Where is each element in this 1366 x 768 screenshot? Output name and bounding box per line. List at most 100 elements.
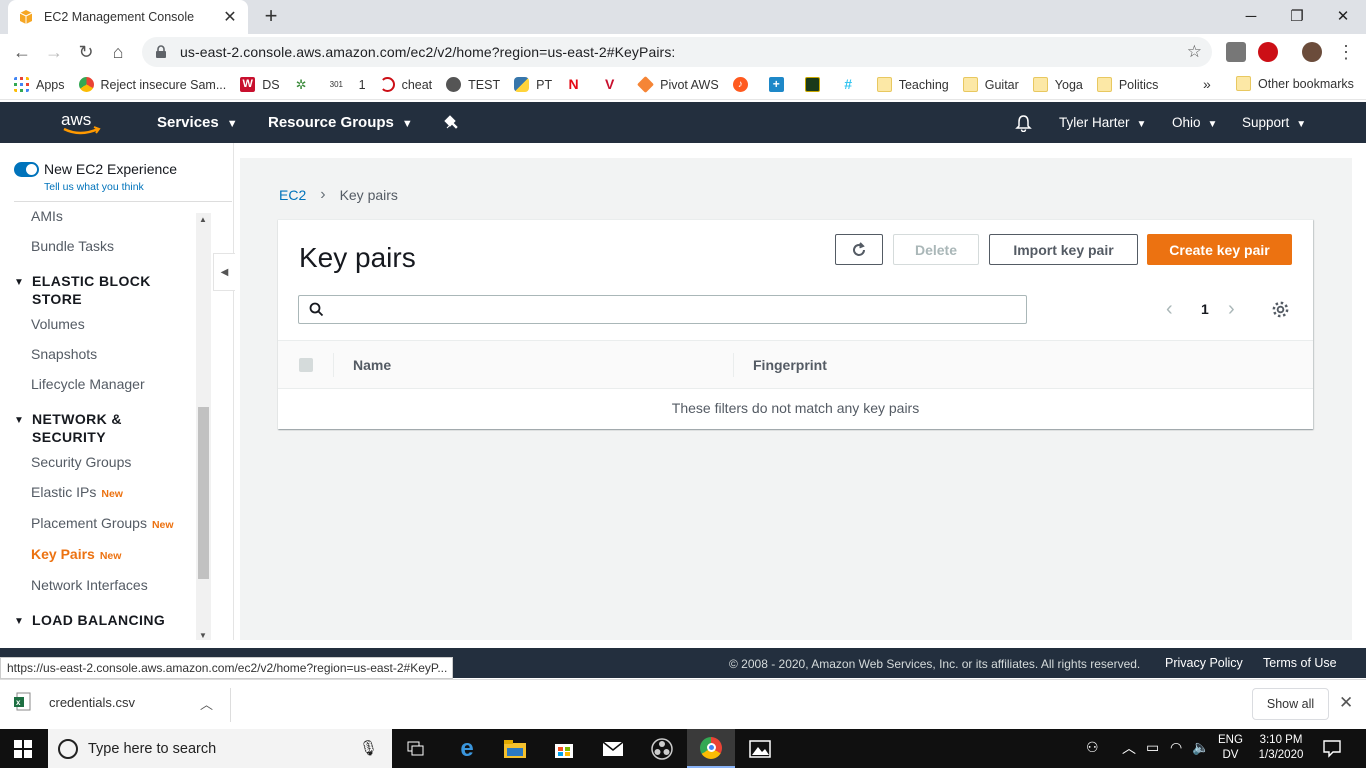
photos-icon[interactable] — [736, 729, 784, 768]
select-all-checkbox[interactable] — [299, 358, 313, 372]
taskbar-search-box[interactable]: Type here to search 🎙 — [48, 729, 392, 768]
extension-star-icon[interactable] — [1226, 42, 1246, 62]
battery-icon[interactable]: ▭ — [1146, 739, 1159, 756]
refresh-button[interactable] — [835, 234, 883, 265]
section-load-balancing[interactable]: ▼ LOAD BALANCING — [14, 611, 165, 631]
reload-icon[interactable]: ↻ — [72, 38, 100, 66]
collapse-sidebar-button[interactable]: ◀ — [213, 253, 235, 291]
forward-arrow-icon[interactable]: → — [40, 38, 68, 66]
import-key-pair-button[interactable]: Import key pair — [989, 234, 1138, 265]
minimize-button[interactable]: ─ — [1228, 0, 1274, 32]
gear-icon[interactable] — [1271, 300, 1290, 319]
sidebar-item-placement-groups[interactable]: Placement Groups New — [31, 515, 174, 531]
bookmark-folder-yoga[interactable]: Yoga — [1032, 77, 1083, 92]
section-network-security[interactable]: ▼ NETWORK & SECURITY — [14, 410, 152, 446]
opera-extension-icon[interactable] — [1258, 42, 1278, 62]
privacy-policy-link[interactable]: Privacy Policy — [1165, 656, 1243, 670]
column-divider[interactable] — [733, 353, 734, 377]
edge-icon[interactable]: e — [443, 729, 491, 768]
store-icon[interactable] — [540, 729, 588, 768]
chevron-up-icon[interactable]: ︿ — [200, 694, 213, 713]
bookmark-netflix[interactable]: N — [566, 77, 588, 92]
bookmark-badge[interactable] — [804, 77, 827, 92]
more-bookmarks-button[interactable]: » — [1203, 76, 1211, 92]
sidebar-item-security-groups[interactable]: Security Groups — [31, 454, 131, 470]
bell-icon[interactable] — [1015, 114, 1032, 132]
new-tab-button[interactable]: + — [258, 4, 284, 30]
new-experience-toggle[interactable] — [14, 161, 39, 177]
bookmark-reject-insecure[interactable]: Reject insecure Sam... — [78, 77, 226, 92]
show-all-button[interactable]: Show all — [1252, 688, 1329, 720]
sidebar-scrollbar[interactable]: ▲ ▼ — [196, 213, 211, 640]
support-menu[interactable]: Support ▼ — [1242, 115, 1306, 130]
file-explorer-icon[interactable] — [491, 729, 539, 768]
sidebar-item-snapshots[interactable]: Snapshots — [31, 346, 97, 362]
profile-avatar[interactable] — [1302, 42, 1322, 62]
tab-close-icon[interactable]: ✕ — [222, 7, 238, 27]
scroll-down-arrow-icon[interactable]: ▼ — [199, 631, 207, 640]
bookmark-test[interactable]: TEST — [446, 77, 500, 92]
bookmark-music[interactable]: ♪ — [732, 77, 755, 92]
close-window-button[interactable]: ✕ — [1320, 0, 1366, 32]
bookmark-folder-teaching[interactable]: Teaching — [876, 77, 949, 92]
browser-tab[interactable]: EC2 Management Console ✕ — [8, 0, 248, 34]
task-view-icon[interactable] — [392, 729, 440, 768]
bookmark-medical[interactable]: + — [768, 77, 791, 92]
section-elastic-block-store[interactable]: ▼ ELASTIC BLOCK STORE — [14, 272, 172, 308]
pin-icon[interactable] — [444, 115, 460, 131]
delete-button[interactable]: Delete — [893, 234, 979, 265]
account-menu[interactable]: Tyler Harter ▼ — [1059, 115, 1146, 130]
bookmark-pivot-aws[interactable]: Pivot AWS — [637, 76, 719, 93]
resource-groups-menu[interactable]: Resource Groups ▼ — [268, 114, 413, 131]
windows-start-icon[interactable] — [14, 740, 32, 758]
people-icon[interactable]: ⚇ — [1086, 739, 1099, 756]
sidebar-item-lifecycle-manager[interactable]: Lifecycle Manager — [31, 376, 145, 392]
scrollbar-thumb[interactable] — [198, 407, 209, 579]
system-clock[interactable]: 3:10 PM 1/3/2020 — [1256, 733, 1306, 763]
column-header-fingerprint[interactable]: Fingerprint — [753, 357, 827, 373]
search-field[interactable] — [298, 295, 1027, 324]
bookmark-cheat[interactable]: cheat — [379, 77, 432, 92]
column-header-name[interactable]: Name — [353, 357, 391, 373]
search-input[interactable] — [332, 297, 1026, 322]
bookmark-ds[interactable]: W DS — [240, 77, 280, 92]
sidebar-item-elastic-ips[interactable]: Elastic IPs New — [31, 484, 123, 500]
bookmark-v[interactable]: V — [602, 77, 624, 92]
mail-icon[interactable] — [589, 729, 637, 768]
sidebar-item-network-interfaces[interactable]: Network Interfaces — [31, 577, 148, 593]
feedback-link[interactable]: Tell us what you think — [44, 181, 144, 193]
maximize-button[interactable]: ❐ — [1274, 0, 1320, 32]
aws-logo[interactable]: aws — [60, 108, 104, 138]
region-menu[interactable]: Ohio ▼ — [1172, 115, 1217, 130]
microphone-icon[interactable]: 🎙 — [359, 739, 378, 757]
bookmark-folder-guitar[interactable]: Guitar — [962, 77, 1019, 92]
sidebar-item-key-pairs[interactable]: Key Pairs New — [31, 546, 121, 562]
home-icon[interactable]: ⌂ — [104, 38, 132, 66]
other-bookmarks-folder[interactable]: Other bookmarks — [1236, 76, 1354, 91]
chrome-taskbar-icon[interactable] — [687, 729, 735, 768]
back-arrow-icon[interactable]: ← — [8, 38, 36, 66]
language-indicator[interactable]: ENG DV — [1218, 733, 1243, 763]
bookmark-plant[interactable]: ✲ — [294, 77, 316, 92]
bookmark-folder-politics[interactable]: Politics — [1096, 77, 1158, 92]
bookmark-301[interactable]: 301 1 — [330, 77, 366, 92]
sidebar-item-volumes[interactable]: Volumes — [31, 316, 85, 332]
create-key-pair-button[interactable]: Create key pair — [1147, 234, 1292, 265]
bookmark-pt[interactable]: PT — [514, 77, 552, 92]
notification-icon[interactable] — [1322, 738, 1342, 758]
bookmark-apps[interactable]: Apps — [14, 77, 65, 92]
wifi-icon[interactable]: ◠ — [1170, 739, 1182, 756]
sidebar-item-bundle-tasks[interactable]: Bundle Tasks — [31, 238, 114, 254]
terms-of-use-link[interactable]: Terms of Use — [1263, 656, 1337, 670]
previous-page-icon[interactable]: ‹ — [1166, 298, 1173, 321]
page-number[interactable]: 1 — [1201, 301, 1209, 317]
sidebar-item-amis[interactable]: AMIs — [31, 208, 63, 224]
download-item[interactable]: x credentials.csv — [14, 692, 135, 712]
chevron-up-icon[interactable]: ︿ — [1122, 738, 1136, 758]
bookmark-slack[interactable]: # — [841, 77, 863, 92]
next-page-icon[interactable]: › — [1228, 298, 1235, 321]
breadcrumb-ec2-link[interactable]: EC2 — [279, 187, 306, 203]
address-bar[interactable]: us-east-2.console.aws.amazon.com/ec2/v2/… — [142, 37, 1212, 67]
close-icon[interactable]: ✕ — [1339, 693, 1353, 713]
volume-icon[interactable]: 🔈 — [1192, 739, 1209, 756]
